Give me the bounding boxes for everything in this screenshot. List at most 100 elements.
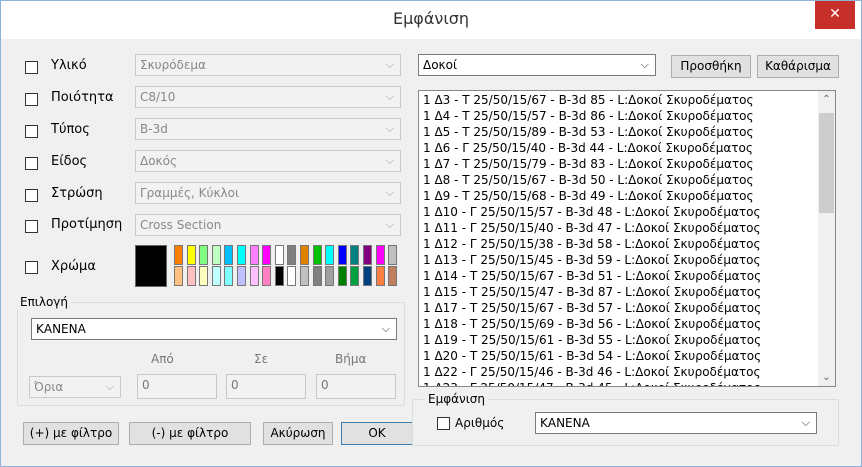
close-icon: ✕ bbox=[829, 6, 841, 22]
list-item[interactable]: 1 Δ23 - Γ 25/50/15/47 - B-3d 45 - L:Δοκο… bbox=[423, 380, 815, 386]
chevron-down-icon: ⌵ bbox=[640, 58, 649, 71]
list-item[interactable]: 1 Δ7 - T 25/50/15/79 - B-3d 83 - L:Δοκοί… bbox=[423, 156, 815, 172]
color-swatch[interactable] bbox=[199, 245, 209, 265]
title-bar[interactable]: Εμφάνιση ✕ bbox=[1, 1, 861, 39]
color-swatch[interactable] bbox=[388, 245, 398, 265]
color-swatch[interactable] bbox=[337, 266, 347, 286]
plus-filter-button[interactable]: (+) με φίλτρο bbox=[23, 422, 119, 445]
color-swatch[interactable] bbox=[262, 245, 272, 265]
color-swatch[interactable] bbox=[325, 245, 335, 265]
combo-display[interactable]: ΚΑΝΕΝΑ ⌵ bbox=[535, 412, 817, 434]
dialog-client: Υλικό Σκυρόδεμα ⌵ Ποιότητα C8/10 ⌵ Τύπος B… bbox=[9, 39, 853, 458]
checkbox-quality[interactable] bbox=[25, 93, 38, 106]
input-to[interactable]: 0 bbox=[226, 374, 306, 399]
scroll-thumb[interactable] bbox=[819, 113, 834, 213]
color-swatch[interactable] bbox=[287, 266, 297, 286]
color-swatch[interactable] bbox=[199, 266, 209, 286]
list-item[interactable]: 1 Δ6 - Γ 25/50/15/40 - B-3d 44 - L:Δοκοί… bbox=[423, 140, 815, 156]
combo-type[interactable]: B-3d ⌵ bbox=[135, 118, 401, 140]
color-swatch[interactable] bbox=[300, 245, 309, 265]
elements-list-rows: 1 Δ3 - T 25/50/15/67 - B-3d 85 - L:Δοκοί… bbox=[423, 92, 815, 386]
list-item[interactable]: 1 Δ10 - Γ 25/50/15/57 - B-3d 48 - L:Δοκο… bbox=[423, 204, 815, 220]
chevron-down-icon: ⌵ bbox=[385, 122, 394, 135]
list-item[interactable]: 1 Δ20 - T 25/50/15/61 - B-3d 54 - L:Δοκο… bbox=[423, 348, 815, 364]
cancel-button[interactable]: Ακύρωση bbox=[263, 422, 333, 445]
color-swatch[interactable] bbox=[262, 266, 272, 286]
color-swatch[interactable] bbox=[211, 266, 221, 286]
color-swatch[interactable] bbox=[388, 266, 398, 286]
color-swatch[interactable] bbox=[325, 266, 335, 286]
color-swatch[interactable] bbox=[312, 266, 322, 286]
color-swatch[interactable] bbox=[224, 245, 234, 265]
color-swatch[interactable] bbox=[350, 245, 360, 265]
color-swatch[interactable] bbox=[186, 245, 196, 265]
color-swatch[interactable] bbox=[211, 245, 221, 265]
close-button[interactable]: ✕ bbox=[815, 1, 855, 29]
elements-list[interactable]: 1 Δ3 - T 25/50/15/67 - B-3d 85 - L:Δοκοί… bbox=[418, 90, 836, 387]
list-item[interactable]: 1 Δ8 - T 25/50/15/67 - B-3d 50 - L:Δοκοί… bbox=[423, 172, 815, 188]
list-item[interactable]: 1 Δ15 - T 25/50/15/47 - B-3d 87 - L:Δοκο… bbox=[423, 284, 815, 300]
combo-quality-value: C8/10 bbox=[140, 90, 176, 104]
color-swatch[interactable] bbox=[375, 245, 385, 265]
color-swatch[interactable] bbox=[337, 245, 347, 265]
color-swatch[interactable] bbox=[375, 266, 385, 286]
list-item[interactable]: 1 Δ22 - Γ 25/50/15/46 - B-3d 46 - L:Δοκο… bbox=[423, 364, 815, 380]
list-item[interactable]: 1 Δ11 - Γ 25/50/15/40 - B-3d 47 - L:Δοκο… bbox=[423, 220, 815, 236]
combo-selection[interactable]: ΚΑΝΕΝΑ ⌵ bbox=[31, 318, 397, 340]
combo-quality[interactable]: C8/10 ⌵ bbox=[135, 86, 401, 108]
color-swatch[interactable] bbox=[186, 266, 196, 286]
list-item[interactable]: 1 Δ12 - Γ 25/50/15/38 - B-3d 58 - L:Δοκο… bbox=[423, 236, 815, 252]
combo-preference[interactable]: Cross Section ⌵ bbox=[135, 214, 401, 236]
combo-range-mode[interactable]: Όρια ⌵ bbox=[29, 376, 121, 398]
checkbox-number[interactable] bbox=[437, 417, 450, 430]
combo-category[interactable]: Δοκοί ⌵ bbox=[418, 54, 656, 76]
input-from[interactable]: 0 bbox=[137, 374, 217, 399]
ok-button[interactable]: OK bbox=[341, 422, 413, 445]
selected-color-swatch[interactable] bbox=[135, 245, 167, 287]
list-item[interactable]: 1 Δ14 - T 25/50/15/67 - B-3d 51 - L:Δοκο… bbox=[423, 268, 815, 284]
color-swatch[interactable] bbox=[224, 266, 234, 286]
clear-button[interactable]: Καθάρισμα bbox=[757, 55, 839, 78]
list-item[interactable]: 1 Δ19 - T 25/50/15/61 - B-3d 55 - L:Δοκο… bbox=[423, 332, 815, 348]
label-preference: Προτίμηση bbox=[51, 217, 123, 232]
color-swatch[interactable] bbox=[237, 266, 246, 286]
checkbox-type[interactable] bbox=[25, 125, 38, 138]
color-swatch[interactable] bbox=[249, 266, 259, 286]
chevron-down-icon: ⌵ bbox=[381, 322, 390, 335]
list-scrollbar[interactable]: ⌃ ⌄ bbox=[818, 91, 835, 386]
minus-filter-button[interactable]: (-) με φίλτρο bbox=[129, 422, 251, 445]
checkbox-color[interactable] bbox=[25, 261, 38, 274]
label-type: Τύπος bbox=[51, 122, 90, 137]
combo-category-value: Δοκοί bbox=[423, 58, 458, 72]
checkbox-layer[interactable] bbox=[25, 189, 38, 202]
list-item[interactable]: 1 Δ18 - T 25/50/15/69 - B-3d 56 - L:Δοκο… bbox=[423, 316, 815, 332]
checkbox-preference[interactable] bbox=[25, 220, 38, 233]
color-swatch[interactable] bbox=[249, 245, 259, 265]
combo-kind[interactable]: Δοκός ⌵ bbox=[135, 150, 401, 172]
scroll-up-icon[interactable]: ⌃ bbox=[818, 91, 835, 108]
combo-material[interactable]: Σκυρόδεμα ⌵ bbox=[135, 54, 401, 76]
color-swatch[interactable] bbox=[287, 245, 297, 265]
add-button[interactable]: Προσθήκη bbox=[671, 55, 751, 78]
checkbox-material[interactable] bbox=[25, 61, 38, 74]
scroll-down-icon[interactable]: ⌄ bbox=[818, 369, 835, 386]
list-item[interactable]: 1 Δ4 - T 25/50/15/57 - B-3d 86 - L:Δοκοί… bbox=[423, 108, 815, 124]
color-swatch[interactable] bbox=[274, 266, 284, 286]
color-swatch[interactable] bbox=[300, 266, 309, 286]
input-step[interactable]: 0 bbox=[316, 374, 396, 399]
color-swatch[interactable] bbox=[363, 266, 372, 286]
list-item[interactable]: 1 Δ17 - T 25/50/15/67 - B-3d 57 - L:Δοκο… bbox=[423, 300, 815, 316]
color-swatch[interactable] bbox=[350, 266, 360, 286]
list-item[interactable]: 1 Δ13 - Γ 25/50/15/45 - B-3d 59 - L:Δοκο… bbox=[423, 252, 815, 268]
list-item[interactable]: 1 Δ3 - T 25/50/15/67 - B-3d 85 - L:Δοκοί… bbox=[423, 92, 815, 108]
color-swatch[interactable] bbox=[174, 245, 183, 265]
list-item[interactable]: 1 Δ5 - T 25/50/15/89 - B-3d 53 - L:Δοκοί… bbox=[423, 124, 815, 140]
combo-layer[interactable]: Γραμμές, Κύκλοι ⌵ bbox=[135, 182, 401, 204]
color-swatch[interactable] bbox=[174, 266, 183, 286]
color-swatch[interactable] bbox=[237, 245, 246, 265]
color-swatch[interactable] bbox=[312, 245, 322, 265]
color-swatch[interactable] bbox=[363, 245, 372, 265]
color-swatch[interactable] bbox=[274, 245, 284, 265]
list-item[interactable]: 1 Δ9 - T 25/50/15/68 - B-3d 49 - L:Δοκοί… bbox=[423, 188, 815, 204]
checkbox-kind[interactable] bbox=[25, 157, 38, 170]
